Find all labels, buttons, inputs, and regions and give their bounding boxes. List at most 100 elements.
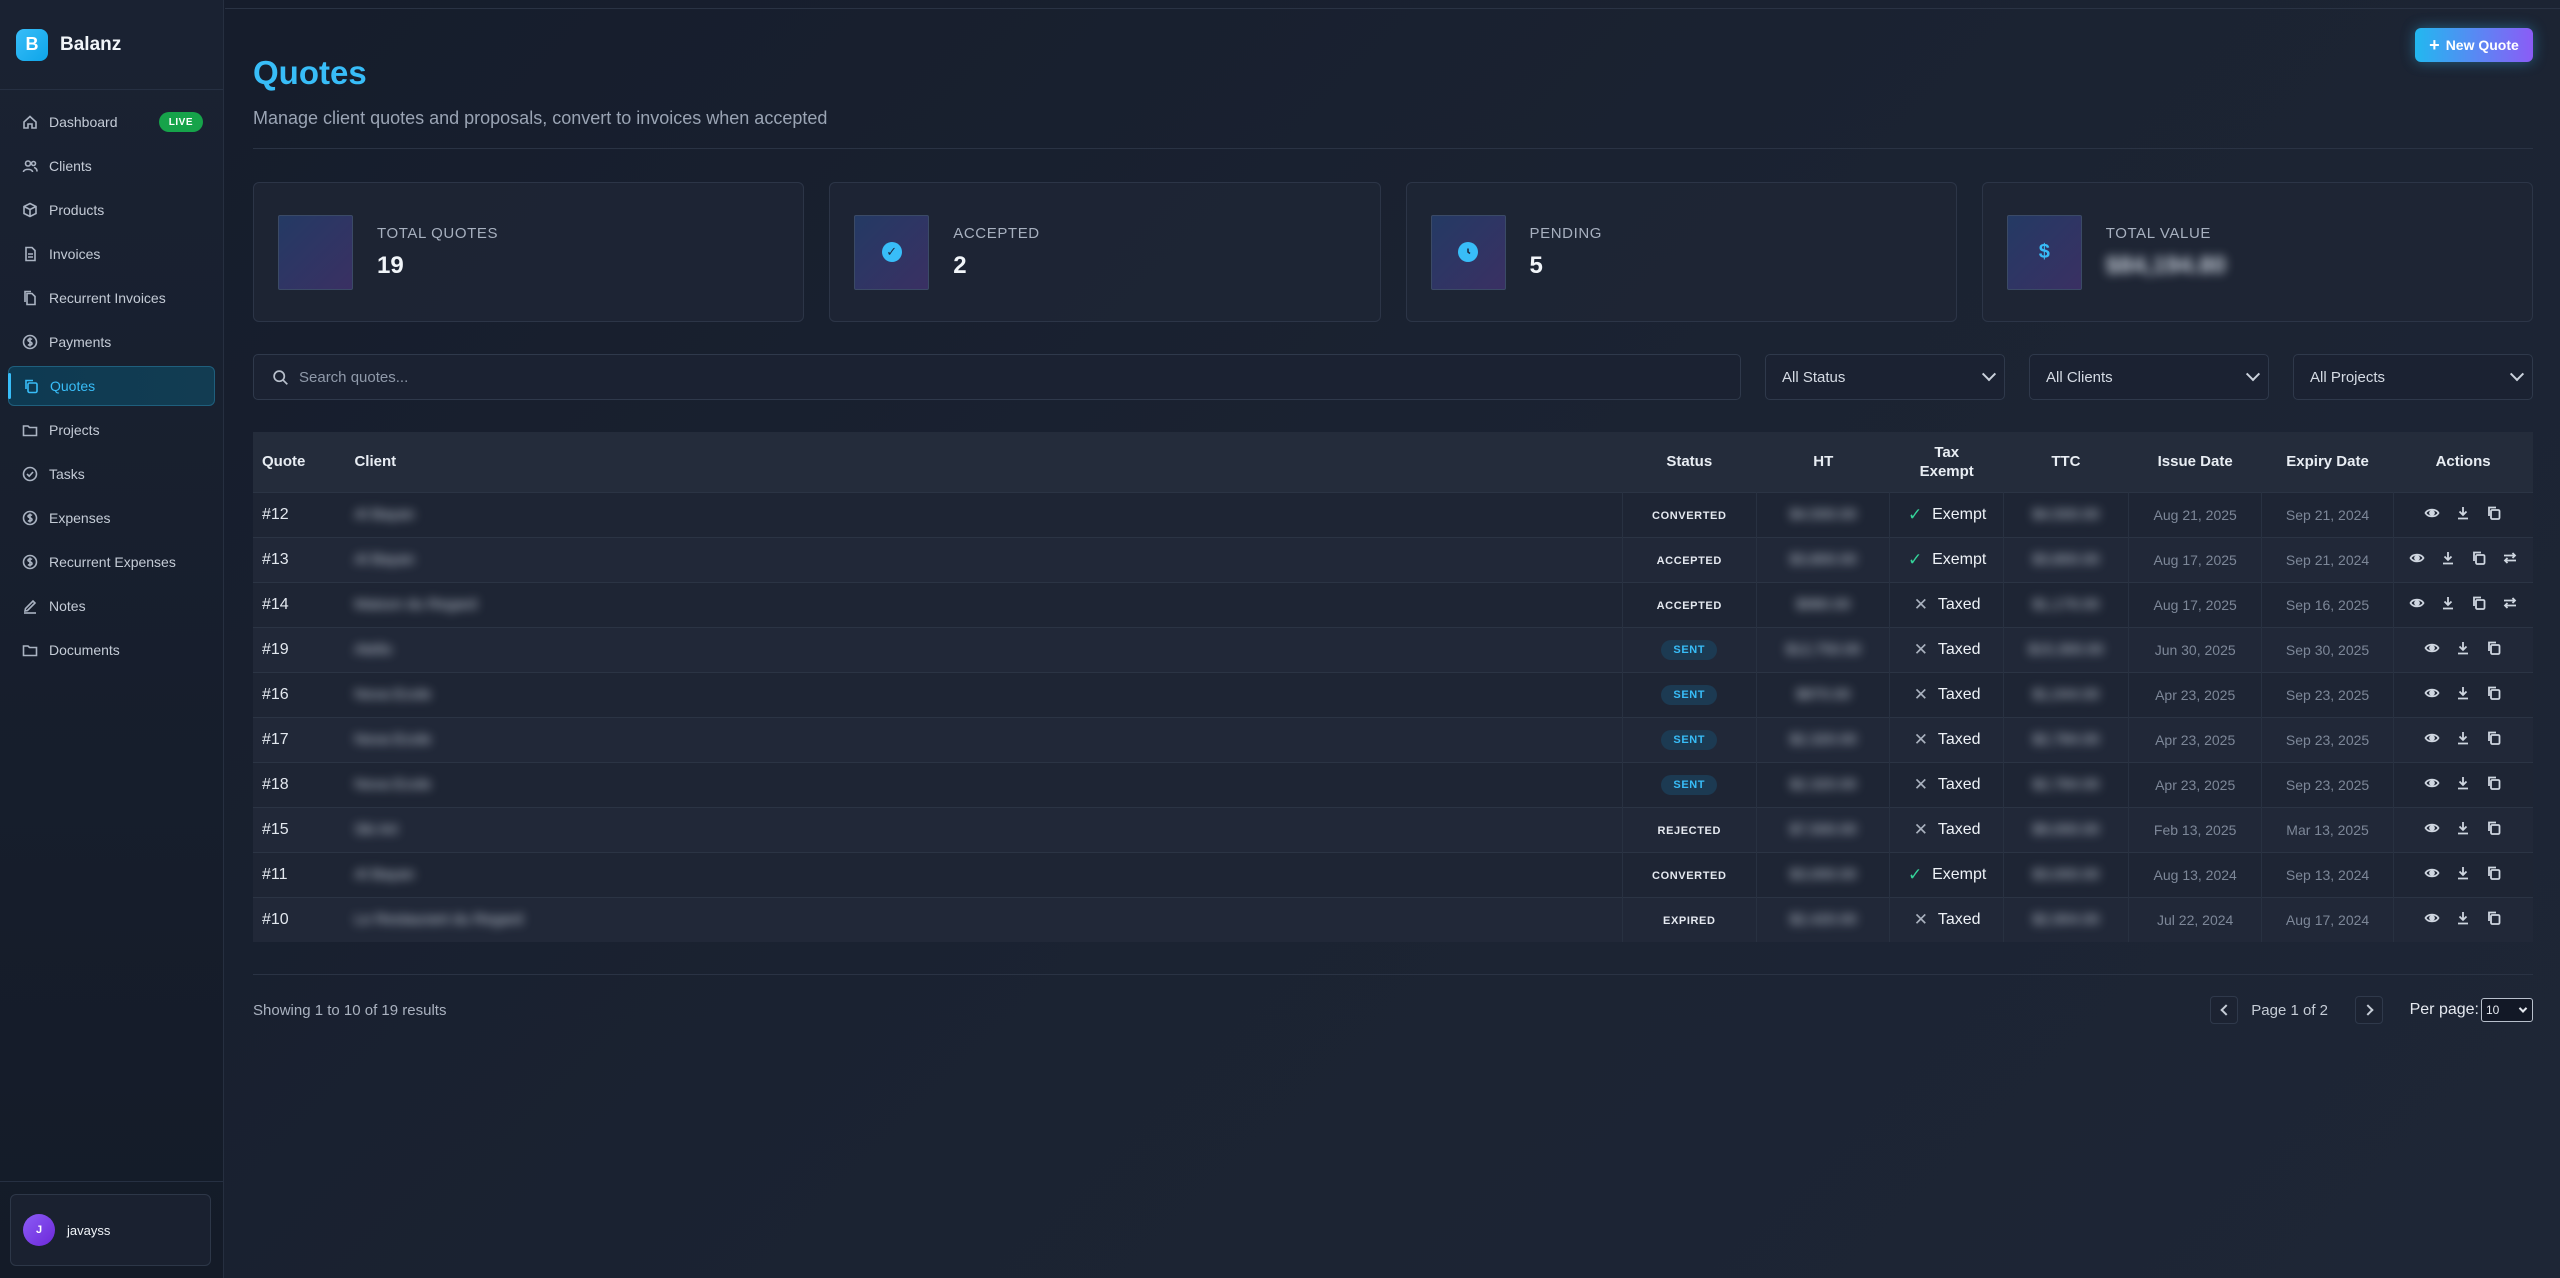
download-button[interactable] [2455, 730, 2471, 750]
sidebar-item-dashboard[interactable]: Dashboard LIVE [8, 102, 215, 142]
status-filter-select[interactable]: All Status [1765, 354, 2005, 400]
view-button[interactable] [2424, 505, 2440, 525]
table-row[interactable]: #10 Le Restaurant du Regard EXPIRED $2,420.… [253, 897, 2533, 942]
new-quote-button[interactable]: + New Quote [2415, 28, 2533, 62]
column-header[interactable]: Issue Date [2128, 432, 2261, 492]
page-title: Quotes [253, 54, 367, 91]
quote-number[interactable]: #12 [253, 492, 345, 537]
duplicate-button[interactable] [2486, 820, 2502, 840]
quote-number[interactable]: #11 [253, 852, 345, 897]
x-icon: ✕ [1913, 819, 1928, 839]
duplicate-button[interactable] [2486, 685, 2502, 705]
ht-amount: $2,420.00 [1789, 911, 1857, 929]
quote-number[interactable]: #18 [253, 762, 345, 807]
ttc-amount: $9,000.00 [2032, 821, 2100, 838]
sidebar-item-recurrent-expenses[interactable]: Recurrent Expenses [8, 542, 215, 582]
duplicate-button[interactable] [2486, 505, 2502, 525]
quote-number[interactable]: #16 [253, 672, 345, 717]
ht-cell: $3,800.00 [1756, 537, 1891, 582]
eye-icon [2424, 778, 2440, 787]
view-button[interactable] [2424, 775, 2440, 795]
download-button[interactable] [2455, 505, 2471, 525]
table-row[interactable]: #18 Nova Ecole SENT $2,320.00 ✕ Taxed $2,784.0… [253, 762, 2533, 807]
clients-filter-select[interactable]: All Clients [2029, 354, 2269, 400]
download-button[interactable] [2455, 910, 2471, 930]
quote-number[interactable]: #13 [253, 537, 345, 582]
sidebar-item-documents[interactable]: Documents [8, 630, 215, 670]
issue-date: Jun 30, 2025 [2128, 627, 2263, 672]
view-button[interactable] [2424, 640, 2440, 660]
sidebar-item-recurrent-invoices[interactable]: Recurrent Invoices [8, 278, 215, 318]
per-page-label: Per page: [2409, 1001, 2479, 1018]
sidebar-item-quotes[interactable]: Quotes [8, 366, 215, 406]
sidebar-item-clients[interactable]: Clients [8, 146, 215, 186]
view-button[interactable] [2409, 550, 2425, 570]
projects-filter-select[interactable]: All Projects [2293, 354, 2533, 400]
brand[interactable]: B Balanz [0, 0, 223, 90]
view-button[interactable] [2424, 730, 2440, 750]
user-menu[interactable]: J javayss [10, 1194, 211, 1266]
sidebar-item-notes[interactable]: Notes [8, 586, 215, 626]
download-button[interactable] [2455, 685, 2471, 705]
duplicate-button[interactable] [2471, 595, 2487, 615]
table-row[interactable]: #11 Al Bayan CONVERTED $3,000.00 ✓ Exempt $3,0… [253, 852, 2533, 897]
quote-number[interactable]: #15 [253, 807, 345, 852]
column-header[interactable]: Client [345, 432, 1622, 492]
view-button[interactable] [2424, 685, 2440, 705]
download-button[interactable] [2455, 865, 2471, 885]
sidebar-item-payments[interactable]: Payments [8, 322, 215, 362]
client-name: Nova Ecole [354, 731, 432, 748]
quote-number[interactable]: #19 [253, 627, 345, 672]
download-button[interactable] [2455, 820, 2471, 840]
download-button[interactable] [2455, 640, 2471, 660]
actions-cell [2393, 582, 2533, 627]
view-button[interactable] [2424, 910, 2440, 930]
table-row[interactable]: #19 Atelio SENT $12,750.00 ✕ Taxed $15,300.00 J… [253, 627, 2533, 672]
quote-number[interactable]: #14 [253, 582, 345, 627]
duplicate-button[interactable] [2486, 730, 2502, 750]
duplicate-button[interactable] [2486, 865, 2502, 885]
download-button[interactable] [2440, 595, 2456, 615]
status-cell: SENT [1622, 762, 1758, 807]
column-header[interactable]: Status [1622, 432, 1756, 492]
status-cell: EXPIRED [1622, 897, 1758, 942]
table-row[interactable]: #14 Maison du Regard ACCEPTED $980.00 ✕ Taxed… [253, 582, 2533, 627]
previous-page-button[interactable] [2210, 996, 2238, 1024]
column-header[interactable]: Tax Exempt [1890, 432, 2003, 492]
view-button[interactable] [2424, 820, 2440, 840]
column-header[interactable]: Quote [253, 432, 345, 492]
table-row[interactable]: #17 Nova Ecole SENT $2,320.00 ✕ Taxed $2,784.0… [253, 717, 2533, 762]
column-header[interactable]: Expiry Date [2262, 432, 2393, 492]
duplicate-button[interactable] [2471, 550, 2487, 570]
expiry-date: Sep 21, 2024 [2261, 537, 2394, 582]
table-row[interactable]: #16 Nova Ecole SENT $870.00 ✕ Taxed $1,044.00 A… [253, 672, 2533, 717]
client-name: Al Bayan [354, 551, 415, 568]
download-button[interactable] [2440, 550, 2456, 570]
convert-button[interactable] [2502, 595, 2518, 615]
table-row[interactable]: #13 Al Bayan ACCEPTED $3,800.00 ✓ Exempt $3,80… [253, 537, 2533, 582]
per-page-select[interactable]: 10 [2481, 998, 2533, 1022]
download-button[interactable] [2455, 775, 2471, 795]
search-input[interactable]: Search quotes... [253, 354, 1741, 400]
column-header[interactable]: TTC [2003, 432, 2128, 492]
view-button[interactable] [2424, 865, 2440, 885]
sidebar-item-projects[interactable]: Projects [8, 410, 215, 450]
convert-button[interactable] [2502, 550, 2518, 570]
duplicate-button[interactable] [2486, 775, 2502, 795]
sidebar-item-tasks[interactable]: Tasks [8, 454, 215, 494]
quote-number[interactable]: #10 [253, 897, 345, 942]
sidebar-item-expenses[interactable]: Expenses [8, 498, 215, 538]
view-button[interactable] [2409, 595, 2425, 615]
column-header[interactable]: HT [1757, 432, 1890, 492]
duplicate-button[interactable] [2486, 640, 2502, 660]
table-row[interactable]: #12 Al Bayan CONVERTED $4,500.00 ✓ Exempt $4,5… [253, 492, 2533, 537]
tax-status: Exempt [1932, 505, 1987, 523]
duplicate-button[interactable] [2486, 910, 2502, 930]
ht-amount: $2,320.00 [1789, 776, 1857, 793]
sidebar-item-products[interactable]: Products [8, 190, 215, 230]
download-icon [2458, 506, 2469, 519]
quote-number[interactable]: #17 [253, 717, 345, 762]
table-row[interactable]: #15 Ski Art REJECTED $7,500.00 ✕ Taxed $9,000.… [253, 807, 2533, 852]
next-page-button[interactable] [2355, 996, 2383, 1024]
sidebar-item-invoices[interactable]: Invoices [8, 234, 215, 274]
